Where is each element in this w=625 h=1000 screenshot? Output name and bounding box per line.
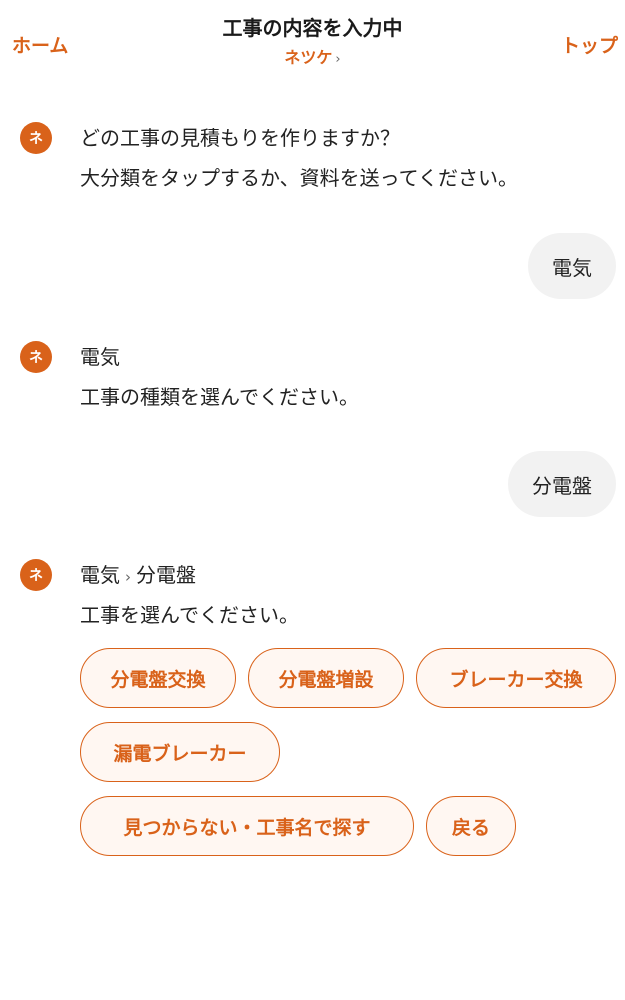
back-button[interactable]: 戻る bbox=[426, 796, 516, 856]
message-line: 工事を選んでください。 bbox=[80, 603, 299, 627]
user-message-bubble: 分電盤 bbox=[508, 451, 616, 517]
chevron-right-icon: › bbox=[125, 568, 131, 586]
breadcrumb-item: 電気 bbox=[80, 563, 120, 587]
message-line: どの工事の見積もりを作りますか？ bbox=[80, 126, 400, 150]
bot-message-text: どの工事の見積もりを作りますか？ 大分類をタップするか、資料を送ってください。 bbox=[80, 118, 620, 198]
top-link[interactable]: トップ bbox=[561, 31, 618, 58]
breadcrumb: 電気 › 分電盤 bbox=[80, 555, 620, 595]
chevron-right-icon: › bbox=[335, 52, 341, 67]
message-line: 大分類をタップするか、資料を送ってください。 bbox=[80, 166, 518, 190]
message-line: 電気 bbox=[80, 345, 120, 369]
bot-message-text: 電気 › 分電盤 工事を選んでください。 bbox=[80, 555, 620, 635]
user-message-bubble: 電気 bbox=[528, 233, 616, 299]
option-chip[interactable]: 漏電ブレーカー bbox=[80, 722, 280, 782]
bot-avatar: ネ bbox=[20, 341, 52, 373]
header-center: 工事の内容を入力中 ネツケ › bbox=[0, 14, 625, 68]
header: ホーム 工事の内容を入力中 ネツケ › トップ bbox=[0, 0, 625, 80]
bot-avatar: ネ bbox=[20, 122, 52, 154]
subtitle-label: ネツケ bbox=[284, 48, 333, 67]
option-chip[interactable]: ブレーカー交換 bbox=[416, 648, 616, 708]
subtitle-link[interactable]: ネツケ › bbox=[284, 44, 340, 68]
chat-page: ホーム 工事の内容を入力中 ネツケ › トップ ネ どの工事の見積もりを作りますか… bbox=[0, 0, 625, 1000]
option-chip[interactable]: 見つからない・工事名で探す bbox=[80, 796, 414, 856]
bot-message-text: 電気 工事の種類を選んでください。 bbox=[80, 337, 620, 417]
option-chip[interactable]: 分電盤増設 bbox=[248, 648, 404, 708]
breadcrumb-item: 分電盤 bbox=[136, 563, 196, 587]
bot-avatar: ネ bbox=[20, 559, 52, 591]
message-line: 工事の種類を選んでください。 bbox=[80, 385, 359, 409]
option-chip[interactable]: 分電盤交換 bbox=[80, 648, 236, 708]
page-title: 工事の内容を入力中 bbox=[222, 16, 403, 40]
